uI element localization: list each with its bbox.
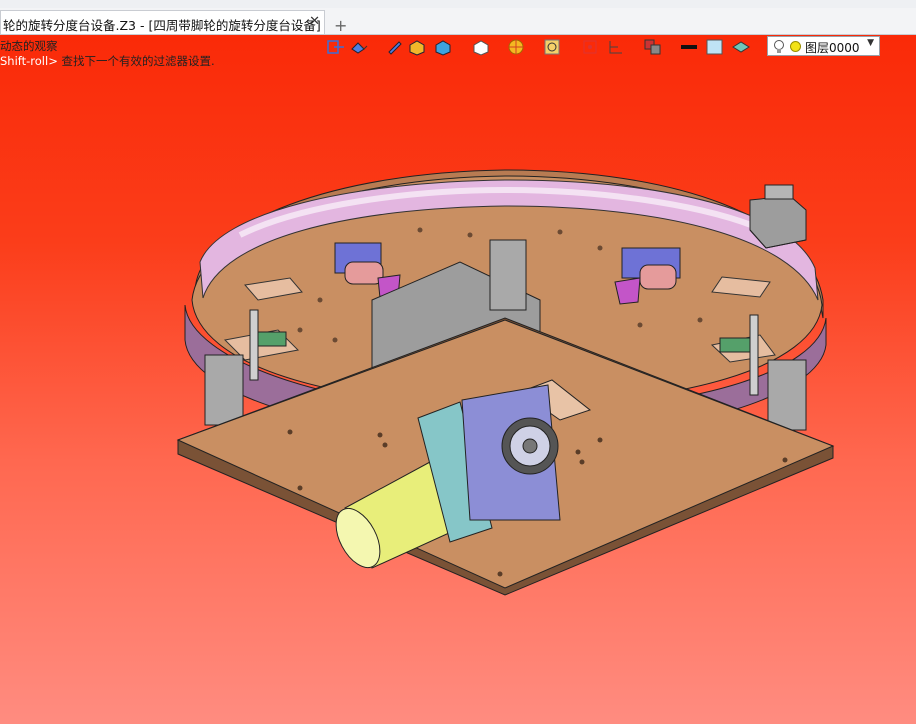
filter-hint: Shift-roll> 查找下一个有效的过滤器设置. (0, 53, 215, 69)
dynamic-observe-hint: 动态的观察 (0, 39, 58, 53)
lightbulb-icon (772, 39, 786, 58)
line-color-icon[interactable] (678, 37, 700, 57)
fit-view-icon[interactable] (580, 37, 602, 57)
document-tab-bar: 轮的旋转分度台设备.Z3 - [四周带脚轮的旋转分度台设备] ✕ + (0, 8, 916, 35)
filter-hint-key: Shift-roll> (0, 54, 58, 68)
document-tab[interactable]: 轮的旋转分度台设备.Z3 - [四周带脚轮的旋转分度台设备] ✕ (0, 10, 325, 34)
filter-hint-text: 查找下一个有效的过滤器设置. (57, 54, 215, 68)
3d-viewport[interactable]: 动态的观察 Shift-roll> 查找下一个有效的过滤器设置. 图层0000 … (0, 35, 916, 724)
top-motor-block (749, 184, 807, 249)
layer-name: 图层0000 (805, 41, 860, 55)
layer-stack-icon[interactable] (642, 37, 664, 57)
layer-select[interactable]: 图层0000 ▼ (767, 36, 880, 56)
exit-sketch-icon[interactable] (324, 37, 346, 57)
shaded-box-icon[interactable] (406, 37, 428, 57)
zoom-icon[interactable] (542, 37, 564, 57)
material-icon[interactable] (730, 37, 752, 57)
view-toolbar: 图层0000 ▼ (322, 36, 882, 58)
chevron-down-icon: ▼ (867, 38, 874, 48)
pen-icon[interactable] (384, 37, 406, 57)
new-tab-button[interactable]: + (334, 18, 347, 34)
fill-color-icon[interactable] (704, 37, 726, 57)
filter-icon[interactable] (506, 37, 528, 57)
rotary-index-table-model (176, 169, 835, 596)
section-icon[interactable] (606, 37, 628, 57)
render-cube-icon[interactable] (432, 37, 454, 57)
layer-color-dot (790, 41, 801, 52)
document-tab-title: 轮的旋转分度台设备.Z3 - [四周带脚轮的旋转分度台设备] (3, 18, 321, 33)
close-icon[interactable]: ✕ (309, 14, 320, 29)
display-mode-icon[interactable] (348, 37, 370, 57)
view-cube-icon[interactable] (470, 37, 492, 57)
